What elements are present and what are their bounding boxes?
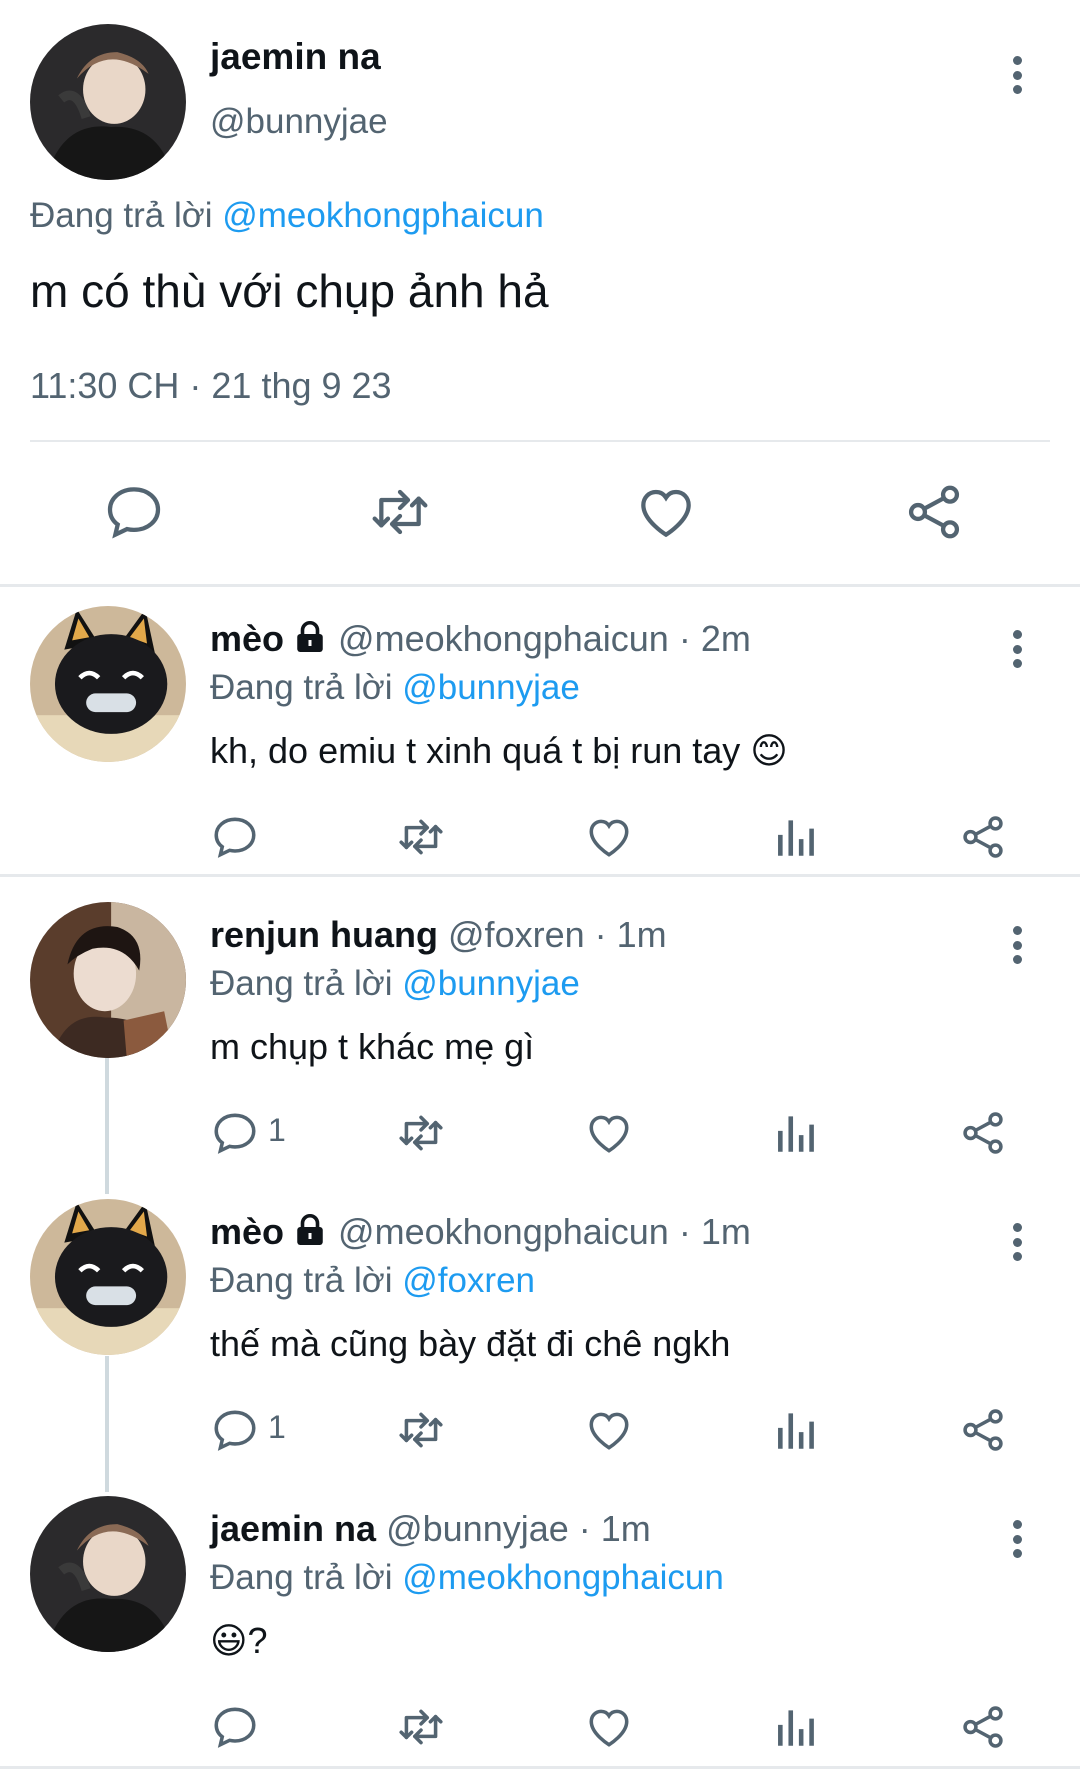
reply-tweet[interactable]: renjun huang @foxren · 1m Đang trả lời @… [0,886,1080,1182]
avatar-renjun[interactable] [30,902,186,1058]
analytics-icon[interactable] [772,1405,822,1455]
like-icon[interactable] [584,1702,634,1752]
retweet-icon[interactable] [368,480,432,544]
tweet-actions [0,470,1080,560]
reply-tweet[interactable]: mèo @meokhongphaicun · 2m Đang trả lời @… [0,590,1080,872]
reply-header: mèo @meokhongphaicun · 2m [210,618,751,660]
like-icon[interactable] [584,812,634,862]
avatar-meo[interactable] [30,1199,186,1355]
more-options-icon[interactable] [1002,920,1032,970]
mention-link[interactable]: @meokhongphaicun [402,1558,724,1597]
reply-count: 1 [268,1409,286,1445]
retweet-icon[interactable] [396,1405,446,1455]
retweet-icon[interactable] [396,1108,446,1158]
reply-icon[interactable] [210,812,260,862]
reply-time[interactable]: 1m [617,914,667,955]
reply-icon[interactable] [102,480,166,544]
more-options-icon[interactable] [1002,50,1032,100]
reply-header: renjun huang @foxren · 1m [210,914,667,956]
divider [0,874,1080,877]
more-options-icon[interactable] [1002,624,1032,674]
author-name[interactable]: mèo [210,618,284,659]
separator-dot: · [568,1508,601,1549]
tweet-text: m có thù với chụp ảnh hả [30,265,549,317]
replying-to: Đang trả lời @bunnyjae [210,964,580,1004]
retweet-icon[interactable] [396,1702,446,1752]
like-icon[interactable] [584,1108,634,1158]
author-handle[interactable]: @bunnyjae [210,102,388,142]
share-icon[interactable] [958,1405,1008,1455]
more-options-icon[interactable] [1002,1217,1032,1267]
separator-dot: · [668,1211,701,1252]
reply-tweet[interactable]: mèo @meokhongphaicun · 1m Đang trả lời @… [0,1183,1080,1479]
tweet-timestamp[interactable]: 11:30 CH · 21 thg 9 23 [30,365,392,407]
replying-to: Đang trả lời @meokhongphaicun [30,196,544,236]
divider [0,1766,1080,1769]
mention-link[interactable]: @bunnyjae [402,964,580,1003]
share-icon[interactable] [902,480,966,544]
main-tweet: jaemin na @bunnyjae Đang trả lời @meokho… [0,0,1080,588]
reply-tweet[interactable]: jaemin na @bunnyjae · 1m Đang trả lời @m… [0,1480,1080,1766]
reply-text: thế mà cũng bày đặt đi chê ngkh [210,1323,731,1364]
author-name[interactable]: mèo [210,1211,284,1252]
like-icon[interactable] [584,1405,634,1455]
avatar-jaemin[interactable] [30,1496,186,1652]
analytics-icon[interactable] [772,812,822,862]
divider [30,440,1050,442]
share-icon[interactable] [958,1702,1008,1752]
replying-label: Đang trả lời [210,668,403,707]
share-icon[interactable] [958,1108,1008,1158]
replying-label: Đang trả lời [210,964,403,1003]
reply-icon[interactable] [210,1108,260,1158]
avatar-jaemin[interactable] [30,24,186,180]
author-handle[interactable]: @meokhongphaicun [338,1211,669,1252]
reply-text: kh, do emiu t xinh quá t bị run tay 😊 [210,730,788,771]
reply-icon[interactable] [210,1702,260,1752]
reply-icon[interactable] [210,1405,260,1455]
replying-label: Đang trả lời [210,1261,403,1300]
reply-text: m chụp t khác mẹ gì [210,1026,535,1067]
separator-dot: · [668,618,701,659]
reply-header: mèo @meokhongphaicun · 1m [210,1211,751,1253]
analytics-icon[interactable] [772,1702,822,1752]
author-handle[interactable]: @foxren [448,914,585,955]
reply-time[interactable]: 2m [701,618,751,659]
mention-link[interactable]: @meokhongphaicun [222,196,544,235]
replying-to: Đang trả lời @foxren [210,1261,535,1301]
author-handle[interactable]: @meokhongphaicun [338,618,669,659]
replying-to: Đang trả lời @meokhongphaicun [210,1558,724,1598]
like-icon[interactable] [634,480,698,544]
reply-text: 😃? [210,1620,268,1661]
author-name[interactable]: renjun huang [210,914,438,955]
replying-label: Đang trả lời [30,196,223,235]
separator-dot: · [584,914,617,955]
reply-actions [0,1702,1080,1762]
reply-header: jaemin na @bunnyjae · 1m [210,1508,651,1550]
lock-icon [292,1212,328,1248]
replying-label: Đang trả lời [210,1558,403,1597]
share-icon[interactable] [958,812,1008,862]
reply-actions: 1 [0,1405,1080,1465]
lock-icon [292,619,328,655]
analytics-icon[interactable] [772,1108,822,1158]
avatar-meo[interactable] [30,606,186,762]
reply-count: 1 [268,1112,286,1148]
more-options-icon[interactable] [1002,1514,1032,1564]
retweet-icon[interactable] [396,812,446,862]
author-name[interactable]: jaemin na [210,36,381,78]
mention-link[interactable]: @bunnyjae [402,668,580,707]
reply-actions [0,812,1080,872]
divider [0,584,1080,587]
author-name[interactable]: jaemin na [210,1508,376,1549]
reply-actions: 1 [0,1108,1080,1168]
author-handle[interactable]: @bunnyjae [386,1508,569,1549]
replying-to: Đang trả lời @bunnyjae [210,668,580,708]
reply-time[interactable]: 1m [701,1211,751,1252]
mention-link[interactable]: @foxren [402,1261,535,1300]
reply-time[interactable]: 1m [601,1508,651,1549]
